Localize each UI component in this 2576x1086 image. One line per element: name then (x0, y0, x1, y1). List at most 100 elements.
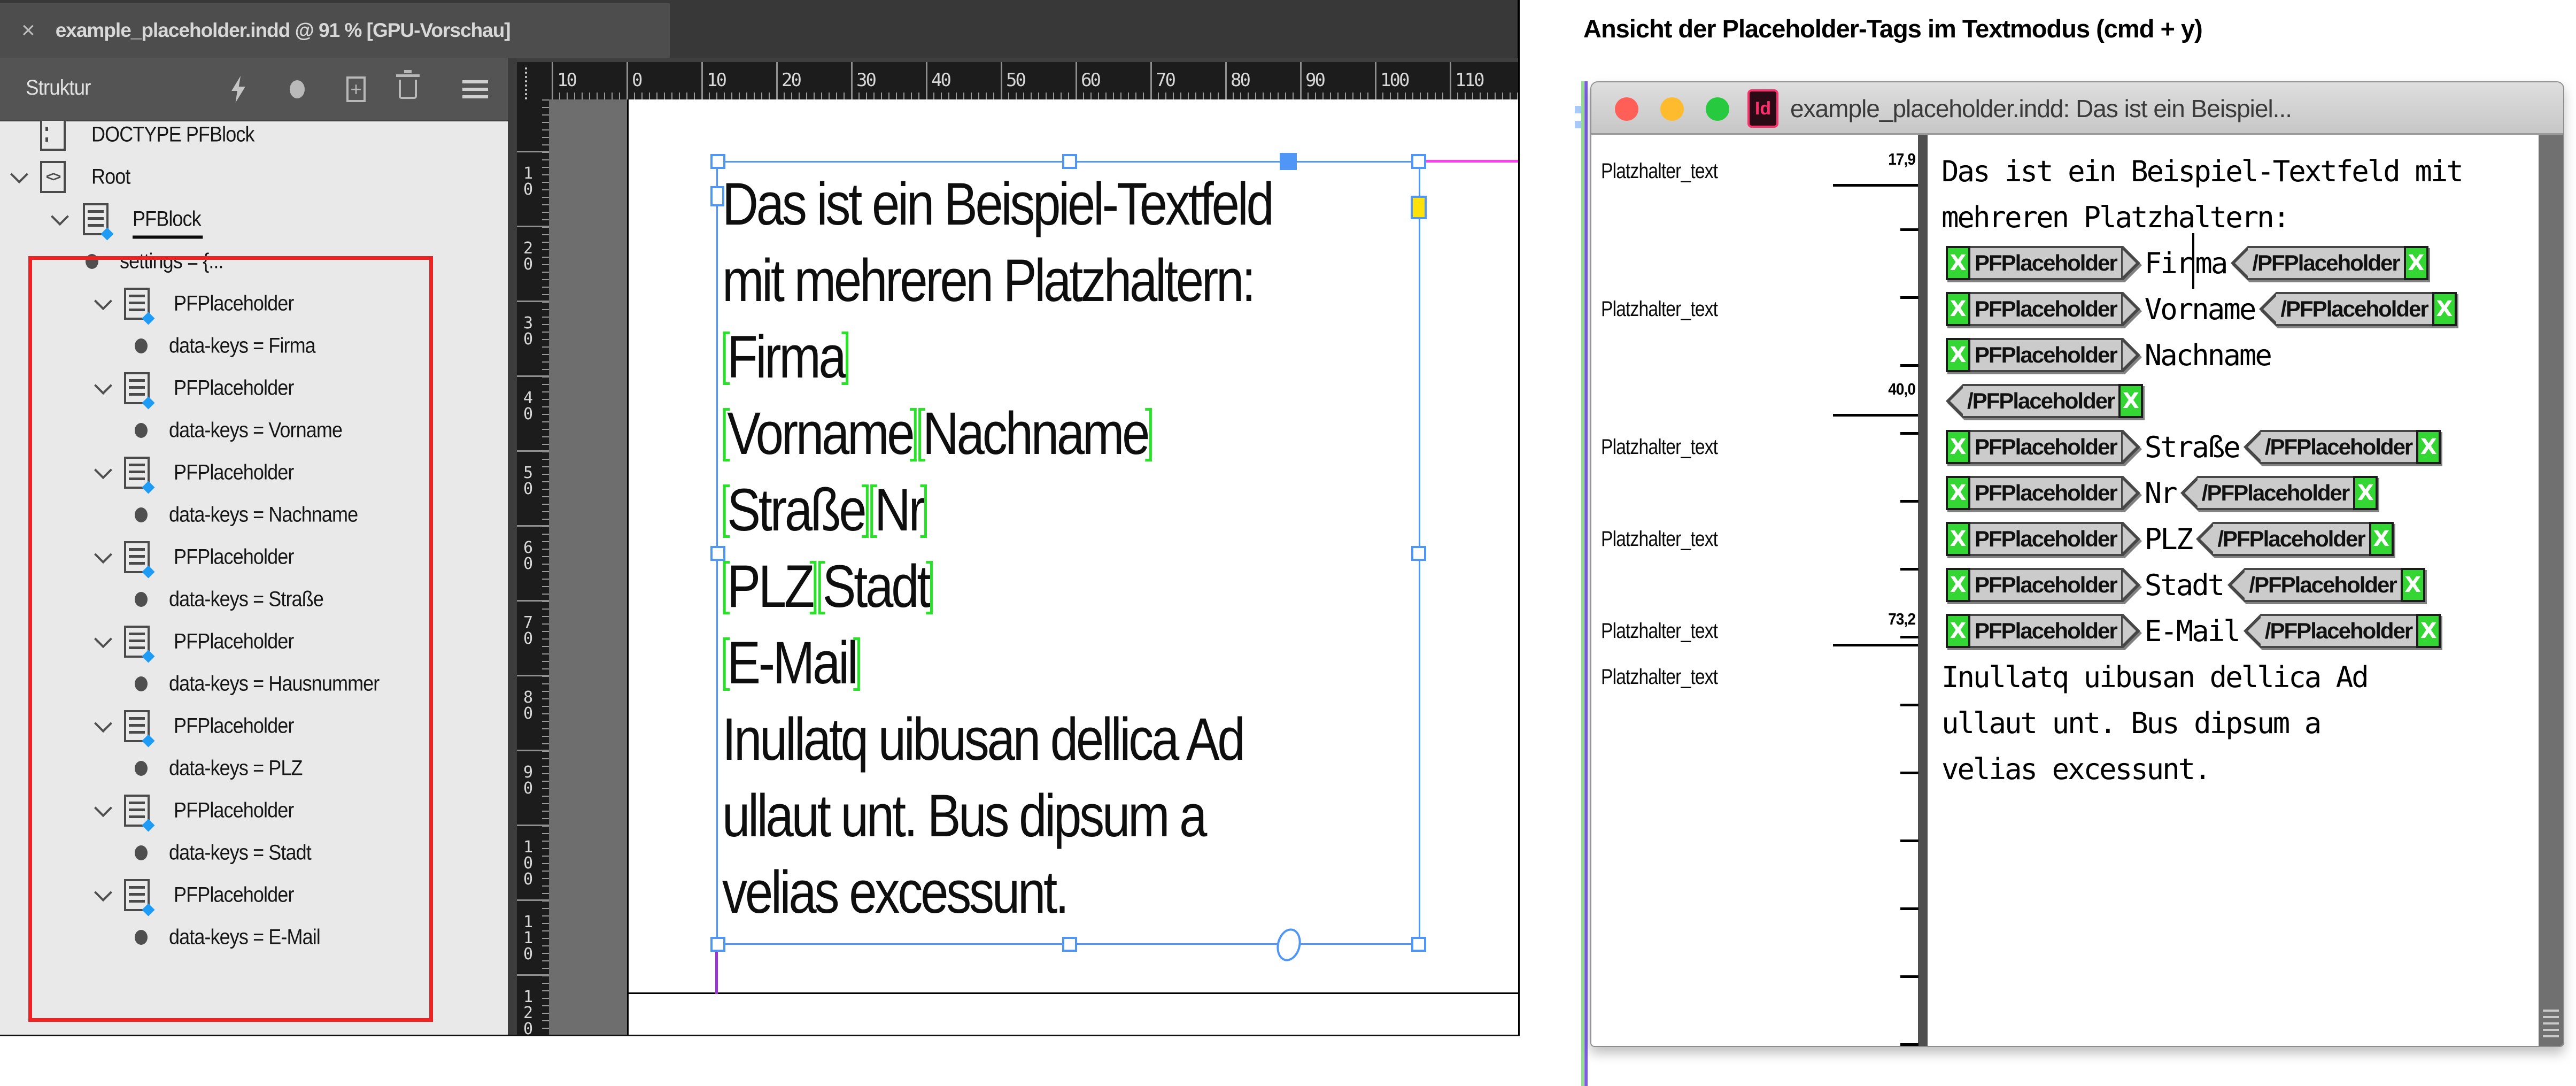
document-text-segment: velias excessunt. (722, 859, 1067, 926)
root-element-icon: <> (40, 161, 66, 193)
tree-attribute-row[interactable]: data-keys = PLZ (0, 748, 508, 789)
frame-out-port[interactable] (1273, 926, 1304, 964)
chevron-down-icon[interactable] (94, 461, 112, 479)
tree-attribute-row[interactable]: data-keys = E-Mail (0, 917, 508, 958)
story-text-segment: Nr (2145, 476, 2176, 510)
tree-element-row[interactable]: PFPlaceholder (0, 875, 508, 915)
frame-handle-bottom-left[interactable] (710, 937, 725, 952)
story-editor-content[interactable]: Platzhalter_textPlatzhalter_textPlatzhal… (1591, 135, 2563, 1046)
tree-element-row[interactable]: DOCTYPE PFBlock (0, 120, 508, 155)
ruler-tick-label: 50 (1006, 70, 1025, 91)
panel-menu-icon[interactable] (461, 75, 490, 104)
zoom-button[interactable] (1706, 97, 1729, 121)
ruler-tick-label: 30 (523, 315, 535, 348)
lightning-icon[interactable] (224, 75, 253, 104)
tree-attribute-row[interactable]: data-keys = Firma (0, 326, 508, 366)
tag-name-label: PFPlaceholder (1970, 614, 2123, 648)
dot-icon[interactable] (283, 75, 312, 104)
tree-attribute-row[interactable]: data-keys = Hausnummer (0, 664, 508, 704)
chevron-down-icon[interactable] (10, 165, 28, 183)
chevron-down-icon[interactable] (94, 883, 112, 902)
trash-icon[interactable] (393, 75, 422, 104)
chevron-down-icon[interactable] (94, 714, 112, 733)
scrollbar[interactable] (2539, 135, 2563, 1046)
depth-marker-value: 73,2 (1843, 610, 1915, 629)
chevron-down-icon[interactable] (94, 545, 112, 564)
story-text-segment: Nachname (2145, 338, 2271, 372)
tree-element-row[interactable]: PFPlaceholder (0, 790, 508, 831)
close-tag-pill[interactable]: /PFPlaceholderX (2259, 292, 2456, 326)
paragraph-style-label: Platzhalter_text (1601, 619, 1718, 643)
close-tag-pill[interactable]: /PFPlaceholderX (2244, 614, 2441, 648)
tree-element-row[interactable]: PFPlaceholder (0, 621, 508, 662)
tree-element-row[interactable]: PFPlaceholder (0, 537, 508, 577)
open-tag-pill[interactable]: XPFPlaceholder (1946, 246, 2140, 280)
chevron-down-icon[interactable] (94, 799, 112, 817)
frame-in-port[interactable] (710, 186, 724, 206)
tree-attribute-row[interactable]: settings = {... (0, 241, 508, 282)
open-tag-pill[interactable]: XPFPlaceholder (1946, 568, 2140, 602)
annotation-heading: Ansicht der Placeholder-Tags im Textmodu… (1583, 14, 2202, 43)
story-editor-titlebar[interactable]: Id example_placeholder.indd: Das ist ein… (1591, 82, 2563, 135)
panel-splitter[interactable] (508, 58, 517, 1035)
close-tag-pill[interactable]: /PFPlaceholderX (2227, 568, 2425, 602)
open-tag-pill[interactable]: XPFPlaceholder (1946, 522, 2140, 556)
frame-handle-top-mid[interactable] (1062, 154, 1077, 169)
close-tag-pill[interactable]: /PFPlaceholderX (2180, 476, 2378, 510)
close-tag-pill[interactable]: /PFPlaceholderX (2196, 522, 2393, 556)
ruler-tick-label: 90 (523, 765, 535, 797)
attribute-bullet-icon (135, 423, 148, 438)
close-tag-pill[interactable]: /PFPlaceholderX (2244, 430, 2441, 464)
blue-diamond-badge (142, 396, 154, 409)
open-tag-pill[interactable]: XPFPlaceholder (1946, 476, 2140, 510)
document-text-line: mit mehreren Platzhaltern: (722, 242, 1254, 319)
open-tag-pill[interactable]: XPFPlaceholder (1946, 614, 2140, 648)
frame-handle-solid[interactable] (1280, 153, 1297, 170)
frame-handle-bottom-right[interactable] (1411, 937, 1426, 952)
document-tab[interactable]: × example_placeholder.indd @ 91 % [GPU-V… (0, 3, 670, 58)
document-text-segment: Nachname (923, 400, 1148, 467)
chevron-down-icon[interactable] (51, 207, 69, 226)
frame-handle-top-left[interactable] (710, 154, 725, 169)
tree-element-row[interactable]: <>Root (0, 157, 508, 197)
chevron-down-icon[interactable] (94, 630, 112, 648)
tree-element-row[interactable]: PFBlock (0, 199, 508, 240)
open-tag-pill[interactable]: XPFPlaceholder (1946, 338, 2140, 372)
edge-dash (1575, 121, 1581, 128)
tag-arrow-icon (2123, 476, 2140, 510)
tree-element-row[interactable]: PFPlaceholder (0, 706, 508, 746)
tree-attribute-row[interactable]: data-keys = Stadt (0, 833, 508, 873)
frame-handle-yellow[interactable] (1411, 196, 1427, 219)
element-icon (124, 710, 150, 742)
tree-attribute-row[interactable]: data-keys = Straße (0, 579, 508, 620)
frame-handle-bottom-mid[interactable] (1062, 937, 1077, 952)
tree-element-row[interactable]: PFPlaceholder (0, 283, 508, 324)
story-text-line: mehreren Platzhaltern: (1941, 194, 2288, 240)
frame-handle-mid-right[interactable] (1411, 546, 1426, 561)
text-frame[interactable]: Das ist ein Beispiel-Textfeldmit mehrere… (716, 161, 1420, 945)
close-tag-pill[interactable]: /PFPlaceholderX (2231, 246, 2428, 280)
story-text-segment: Das ist ein Beispiel-Textfeld mit (1941, 155, 2462, 188)
tree-element-row[interactable]: PFPlaceholder (0, 368, 508, 409)
tree-element-row[interactable]: PFPlaceholder (0, 452, 508, 493)
close-tag-pill[interactable]: /PFPlaceholderX (1946, 384, 2143, 418)
tree-attribute-row[interactable]: data-keys = Vorname (0, 410, 508, 451)
ruler-tick-label: 120 (523, 989, 535, 1035)
close-button[interactable] (1615, 97, 1638, 121)
tag-name-label: PFPlaceholder (1970, 568, 2123, 602)
frame-handle-top-right[interactable] (1411, 154, 1426, 169)
tree-attribute-row[interactable]: data-keys = Nachname (0, 495, 508, 535)
ruler-tick-label: 100 (523, 839, 535, 888)
open-tag-pill[interactable]: XPFPlaceholder (1946, 430, 2140, 464)
chevron-down-icon[interactable] (94, 292, 112, 310)
open-tag-pill[interactable]: XPFPlaceholder (1946, 292, 2140, 326)
add-box-icon[interactable]: + (342, 75, 370, 104)
chevron-down-icon[interactable] (94, 376, 112, 395)
minimize-button[interactable] (1660, 97, 1684, 121)
tree-item-label: data-keys = Vorname (169, 419, 342, 443)
close-icon[interactable]: × (21, 19, 35, 42)
tag-name-label: /PFPlaceholder (2261, 614, 2416, 648)
document-text-line: StraßeNr (722, 472, 928, 548)
frame-handle-mid-left[interactable] (710, 546, 725, 561)
ruler-major-tick (926, 62, 927, 99)
